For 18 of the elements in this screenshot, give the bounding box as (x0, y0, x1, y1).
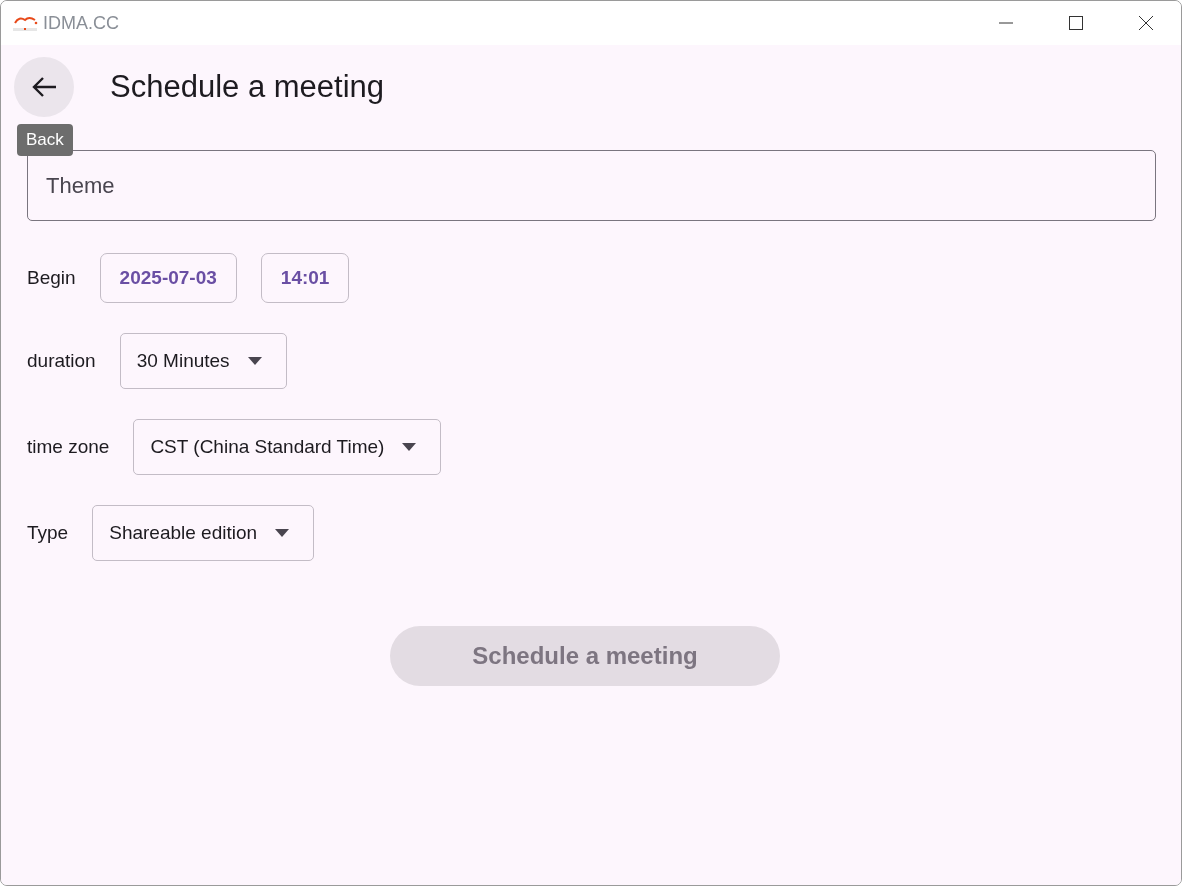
dropdown[interactable]: Shareable edition (92, 505, 315, 561)
time-button[interactable]: 14:01 (260, 253, 350, 303)
date-button[interactable]: 2025-07-03 (99, 253, 237, 303)
dropdown-caret-icon (247, 357, 262, 365)
window-title: IDMA.CC (43, 12, 120, 34)
back-arrow-icon (31, 76, 57, 98)
field-label: Begin (27, 267, 76, 289)
dropdown-caret-icon (402, 443, 417, 451)
field-label: Type (27, 522, 69, 544)
dropdown[interactable]: 30 Minutes (119, 333, 287, 389)
back-tooltip: Back (17, 124, 73, 156)
dropdown-caret-icon (275, 529, 290, 537)
dropdown[interactable]: CST (China Standard Time) (133, 419, 442, 475)
page-title: Schedule a meeting (110, 69, 385, 105)
app-logo-icon (13, 14, 39, 32)
theme-input-field[interactable]: Theme (27, 150, 1156, 221)
field-label: time zone (27, 436, 110, 458)
field-label: duration (27, 350, 96, 372)
